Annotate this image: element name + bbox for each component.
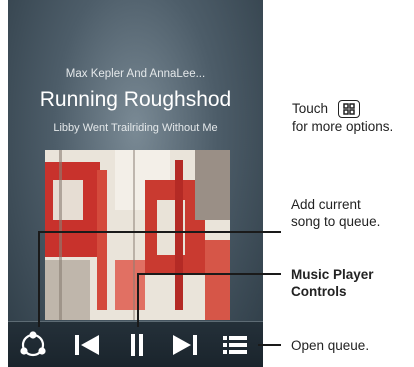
leader-line-controls-horizontal (137, 273, 281, 275)
album-name: Libby Went Trailriding Without Me (53, 122, 218, 134)
controls-callout-line2: Controls (291, 284, 347, 299)
pause-icon[interactable] (122, 330, 152, 360)
leader-line-controls-vertical (137, 274, 139, 327)
share-icon[interactable] (18, 330, 48, 360)
previous-track-icon[interactable] (72, 330, 102, 360)
open-queue-callout: Open queue. (291, 338, 370, 353)
music-player-screen: Max Kepler And AnnaLee... Running Roughs… (8, 0, 263, 367)
player-controls-bar (8, 321, 263, 367)
add-queue-callout-line1: Add current (291, 197, 361, 212)
song-title: Running Roughshod (39, 88, 232, 111)
leader-line-queue (258, 344, 281, 346)
leader-line-share-vertical (38, 232, 40, 327)
menu-callout: Touch for more options. (292, 100, 393, 135)
next-track-icon[interactable] (170, 330, 200, 360)
artist-name: Max Kepler And AnnaLee... (65, 68, 206, 80)
controls-callout-line1: Music Player (291, 267, 374, 282)
queue-list-icon[interactable] (220, 330, 250, 360)
menu-callout-prefix: Touch (292, 101, 329, 116)
menu-callout-suffix: for more options. (292, 119, 394, 135)
controls-callout: Music Player Controls (291, 266, 374, 300)
leader-line-share-horizontal (38, 231, 281, 233)
add-queue-callout-line2: song to queue. (291, 214, 381, 229)
menu-key-icon (337, 100, 360, 119)
add-queue-callout: Add current song to queue. (291, 196, 380, 230)
